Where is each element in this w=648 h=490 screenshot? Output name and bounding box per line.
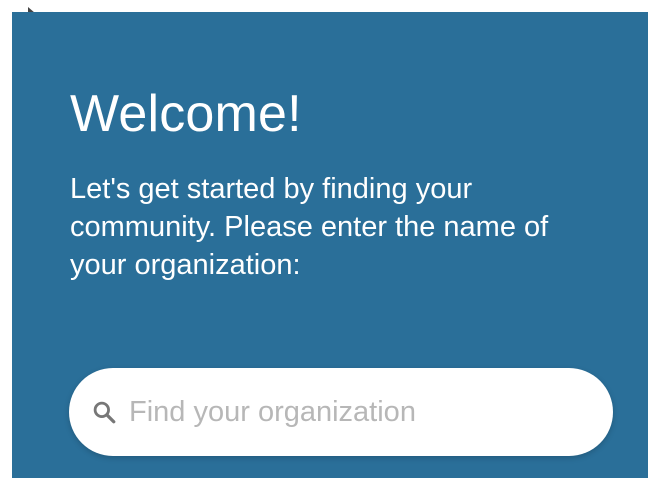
screen: Welcome! Let's get started by finding yo… bbox=[0, 0, 648, 490]
welcome-message: Let's get started by finding your commun… bbox=[70, 173, 549, 281]
welcome-title: Welcome! bbox=[70, 85, 302, 143]
search-input[interactable] bbox=[129, 392, 589, 432]
search-icon bbox=[89, 397, 119, 427]
welcome-panel: Welcome! Let's get started by finding yo… bbox=[12, 12, 648, 478]
search-bar[interactable] bbox=[69, 368, 613, 456]
